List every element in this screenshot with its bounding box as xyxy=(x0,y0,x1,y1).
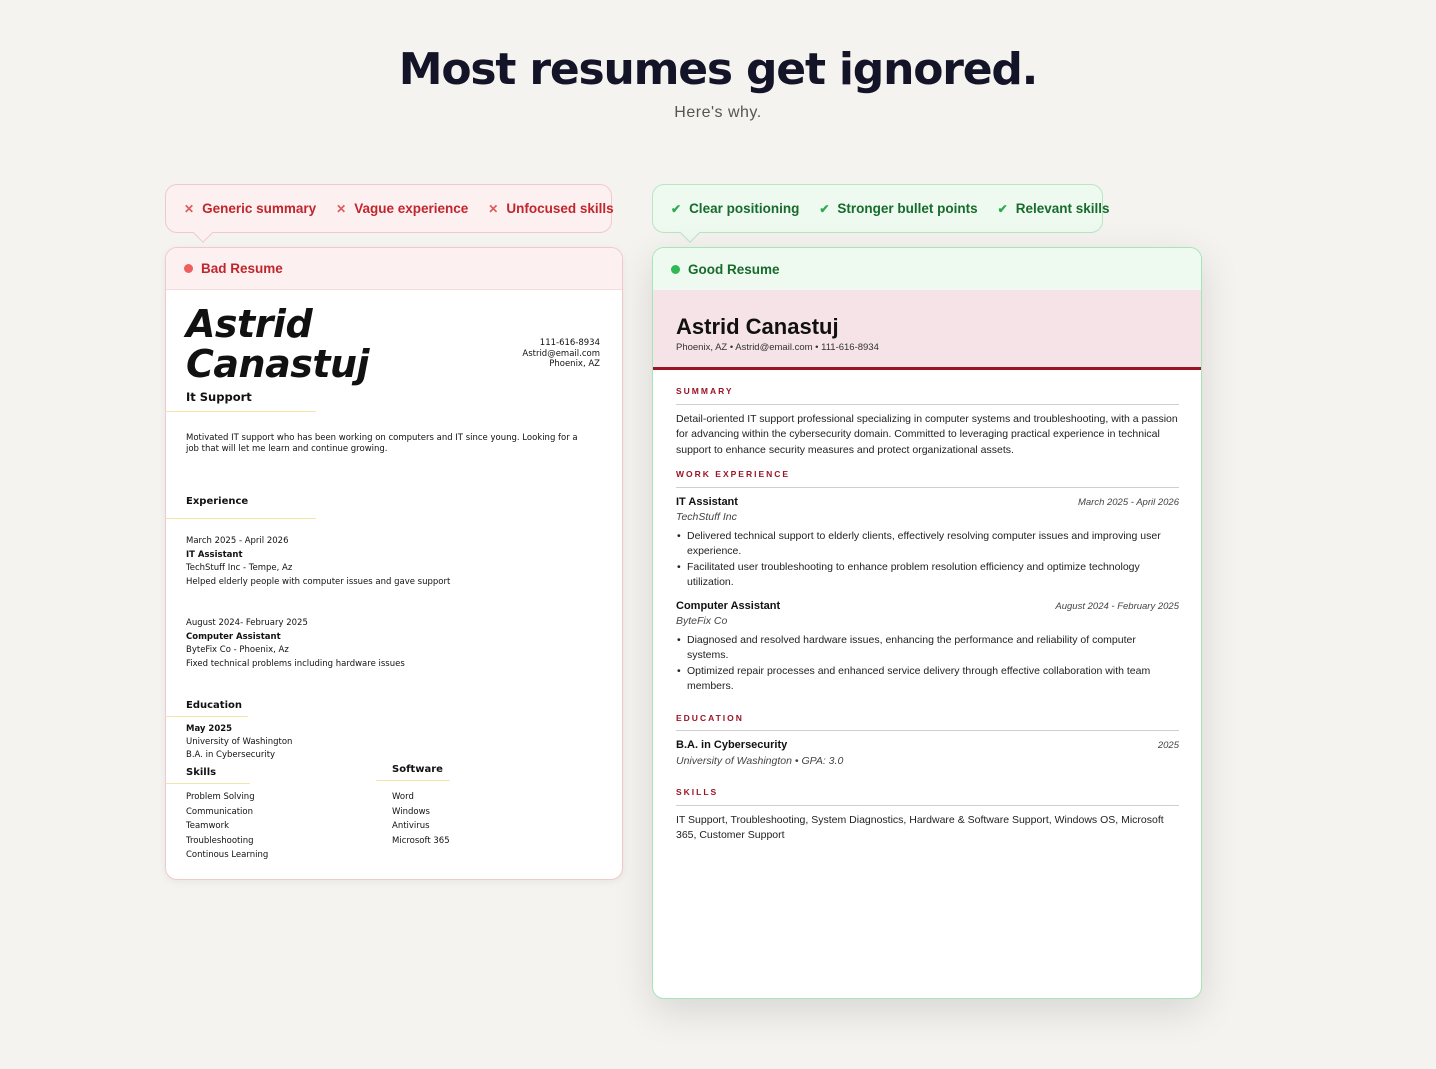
tag-stronger-bullets: ✔ Stronger bullet points xyxy=(819,201,978,216)
grad-year: 2025 xyxy=(1157,740,1179,751)
x-icon: ✕ xyxy=(184,201,195,216)
tag-unfocused-skills: ✕ Unfocused skills xyxy=(488,201,614,216)
resume-role: It Support xyxy=(186,390,252,404)
list-item: Word xyxy=(392,792,414,802)
check-icon: ✔ xyxy=(997,201,1008,216)
list-item: Windows xyxy=(392,806,430,817)
resume-summary: Motivated IT support who has been workin… xyxy=(186,433,578,454)
resume-banner: Astrid Canastuj Phoenix, AZ • Astrid@ema… xyxy=(653,290,1201,370)
resume-contact: 111-616-8934 Astrid@email.com Phoenix, A… xyxy=(522,338,600,369)
software-list: Word Windows Antivirus Microsoft 365 xyxy=(392,790,450,848)
resume-name: Astrid Canastuj xyxy=(186,302,370,386)
tag-vague-experience: ✕ Vague experience xyxy=(336,201,469,216)
bad-resume-document: Astrid Canastuj 111-616-8934 Astrid@emai… xyxy=(166,290,622,879)
work-heading: WORK EXPERIENCE xyxy=(676,467,1179,488)
page-title: Most resumes get ignored. xyxy=(398,44,1039,95)
education-heading: Education xyxy=(186,700,242,711)
education-heading: EDUCATION xyxy=(676,711,1179,731)
x-icon: ✕ xyxy=(336,201,347,216)
divider xyxy=(376,780,450,781)
resume-name: Astrid Canastuj xyxy=(676,314,839,339)
experience-heading: Experience xyxy=(186,496,249,507)
job-entry: Computer Assistant August 2024 - Februar… xyxy=(676,599,1179,695)
list-item: Teamwork xyxy=(186,821,230,831)
divider xyxy=(166,411,316,412)
job-entry: March 2025 - April 2026 IT Assistant Tec… xyxy=(186,536,451,587)
list-item: Facilitated user troubleshooting to enha… xyxy=(676,560,1179,591)
school: University of Washington • GPA: 3.0 xyxy=(676,754,844,767)
green-dot-icon xyxy=(671,264,680,274)
red-dot-icon xyxy=(184,264,193,273)
job-entry: IT Assistant March 2025 - April 2026 Tec… xyxy=(676,495,1179,591)
list-item: Troubleshooting xyxy=(186,835,254,846)
page-subtitle: Here's why. xyxy=(674,104,762,121)
tag-relevant-skills: ✔ Relevant skills xyxy=(997,201,1110,216)
education-entry: May 2025 University of Washington B.A. i… xyxy=(186,724,293,760)
tooltip-tail xyxy=(680,223,700,243)
list-item: Communication xyxy=(186,806,253,817)
list-item: Optimized repair processes and enhanced … xyxy=(676,664,1179,695)
list-item: Microsoft 365 xyxy=(392,835,450,846)
list-item: Antivirus xyxy=(392,821,430,831)
list-item: Delivered technical support to elderly c… xyxy=(676,529,1179,560)
good-resume-card: Good Resume Astrid Canastuj Phoenix, AZ … xyxy=(652,247,1202,999)
resume-summary: Detail-oriented IT support professional … xyxy=(676,412,1178,456)
divider xyxy=(166,783,250,784)
job-entry: August 2024- February 2025 Computer Assi… xyxy=(186,618,405,669)
bad-resume-header: Bad Resume xyxy=(166,248,622,290)
skills-list: IT Support, Troubleshooting, System Diag… xyxy=(676,813,1164,842)
tag-clear-positioning: ✔ Clear positioning xyxy=(671,201,800,216)
resume-contact: Phoenix, AZ • Astrid@email.com • 111-616… xyxy=(676,342,879,353)
degree: B.A. in Cybersecurity xyxy=(676,739,788,751)
tag-generic-summary: ✕ Generic summary xyxy=(184,201,317,216)
skills-list: Problem Solving Communication Teamwork T… xyxy=(186,790,268,863)
tooltip-tail xyxy=(193,223,213,243)
check-icon: ✔ xyxy=(671,201,682,216)
good-resume-header: Good Resume xyxy=(653,248,1201,290)
skills-heading: Skills xyxy=(186,767,217,778)
bad-resume-card: Bad Resume Astrid Canastuj 111-616-8934 … xyxy=(165,247,623,880)
good-resume-strengths-bar: ✔ Clear positioning ✔ Stronger bullet poin… xyxy=(652,184,1110,243)
divider xyxy=(166,716,248,717)
list-item: Problem Solving xyxy=(186,792,255,802)
software-heading: Software xyxy=(392,764,443,775)
list-item: Continous Learning xyxy=(186,850,269,860)
summary-heading: SUMMARY xyxy=(676,384,1179,405)
skills-heading: SKILLS xyxy=(676,785,1179,806)
check-icon: ✔ xyxy=(819,201,830,216)
list-item: Diagnosed and resolved hardware issues, … xyxy=(676,633,1179,664)
bad-resume-issues-bar: ✕ Generic summary ✕ Vague experience ✕ Unfo… xyxy=(165,184,614,243)
x-icon: ✕ xyxy=(488,201,499,216)
divider xyxy=(166,518,316,519)
good-resume-document: SUMMARY Detail-oriented IT support profe… xyxy=(653,370,1201,844)
